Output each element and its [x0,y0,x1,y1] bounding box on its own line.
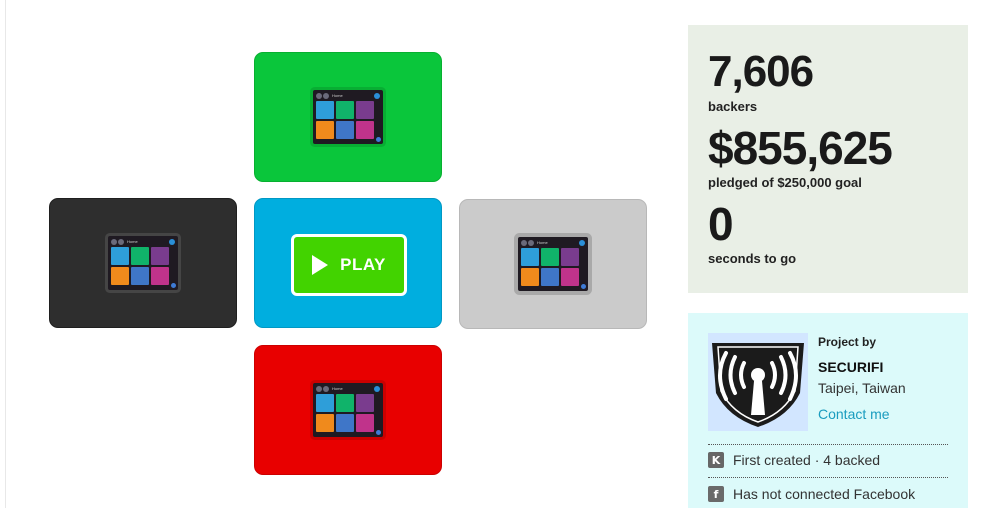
creator-name[interactable]: SECURIFI [818,359,883,375]
pledged-amount: $855,625 [708,122,893,174]
time-left: 0 [708,198,734,250]
pledged-label: pledged of $250,000 goal [708,175,862,190]
device-screen-title: Home [332,386,343,391]
device-screen-title: Home [127,239,138,244]
facebook-row: f Has not connected Facebook [708,485,915,503]
kickstarter-k-icon: K [708,452,724,468]
project-by-label: Project by [818,335,877,349]
facebook-text: Has not connected Facebook [733,486,916,502]
creator-location: Taipei, Taiwan [818,380,906,396]
contact-me-link[interactable]: Contact me [818,406,890,422]
device-tile-red[interactable]: Home [254,345,442,475]
device-screen-title: Home [332,93,343,98]
time-label: seconds to go [708,251,797,266]
stats-panel: 7,606 backers $855,625 pledged of $250,0… [688,25,968,293]
facebook-icon: f [708,486,724,502]
creator-avatar[interactable] [708,333,808,431]
device-tile-green[interactable]: Home [254,52,442,182]
device-thumbnail: Home [518,237,588,291]
device-tile-black[interactable]: Home [49,198,237,328]
creator-history-row: K First created · 4 backed [708,451,880,469]
backers-count: 7,606 [708,47,814,96]
play-label: PLAY [340,255,386,274]
device-screen-title: Home [537,240,548,245]
device-thumbnail: Home [313,90,383,144]
device-thumbnail: Home [108,236,178,290]
divider [708,477,948,478]
play-button[interactable]: PLAY [291,234,407,296]
divider [708,444,948,445]
content-left-border [5,0,6,508]
creator-history-text: First created · 4 backed [733,452,881,468]
play-icon [312,255,329,275]
creator-panel: Project by SECURIFI Taipei, Taiwan Conta… [688,313,968,508]
device-thumbnail: Home [313,383,383,437]
backers-label: backers [708,99,758,114]
device-tile-gray[interactable]: Home [459,199,647,329]
